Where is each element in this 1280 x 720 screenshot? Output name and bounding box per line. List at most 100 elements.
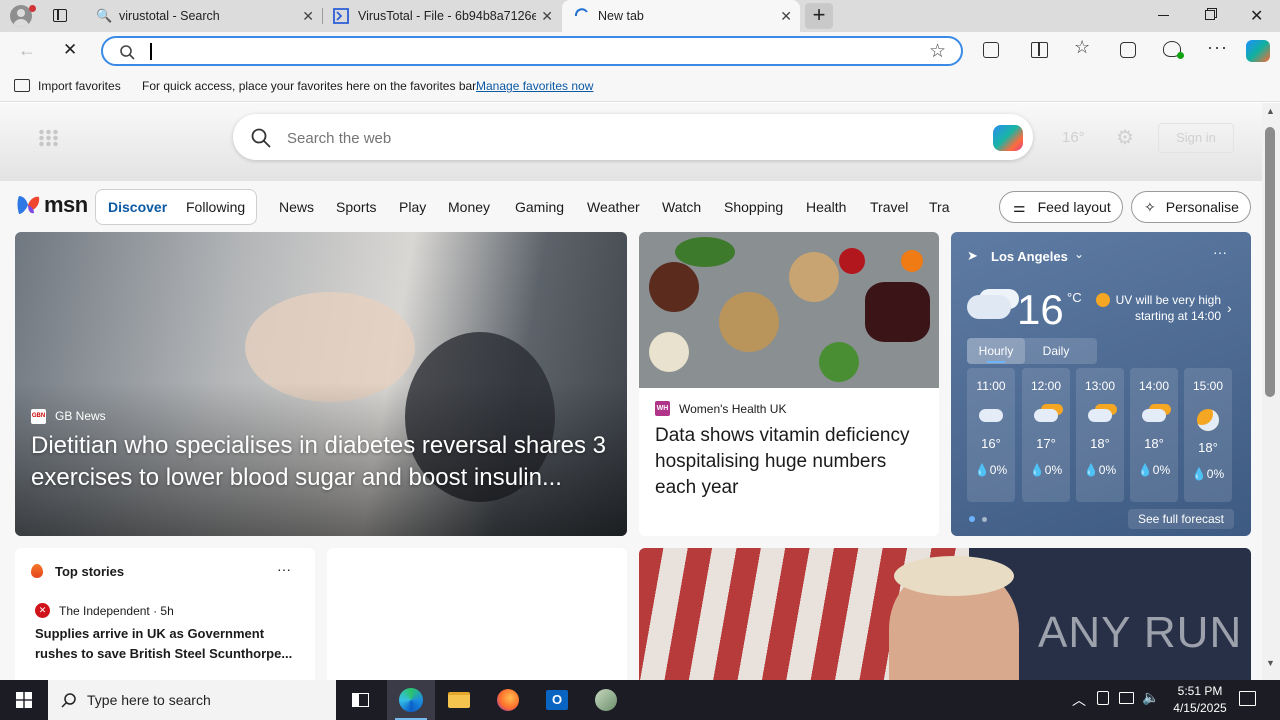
- file-explorer-icon[interactable]: [435, 680, 483, 720]
- copilot-search-icon[interactable]: [993, 125, 1023, 151]
- article-image-vegetables: [639, 232, 939, 388]
- security-tray-icon[interactable]: [1097, 691, 1109, 705]
- cloudy-icon: [967, 295, 1011, 319]
- search-icon: [251, 128, 271, 148]
- hourly-forecast-item[interactable]: 13:00 18° 💧0%: [1076, 368, 1124, 502]
- firefox-icon[interactable]: [484, 680, 532, 720]
- tab-virustotal-search[interactable]: 🔍 virustotal - Search ✕: [84, 0, 322, 32]
- start-button[interactable]: [0, 680, 48, 720]
- nav-shopping[interactable]: Shopping: [724, 199, 783, 215]
- favorite-star-icon[interactable]: ☆: [929, 40, 946, 63]
- network-icon[interactable]: [1119, 692, 1134, 704]
- hourly-forecast-item[interactable]: 12:00 17° 💧0%: [1022, 368, 1070, 502]
- weather-alert[interactable]: UV will be very high starting at 14:00: [1111, 292, 1221, 324]
- show-hidden-icons-chevron[interactable]: ︿: [1072, 690, 1086, 710]
- article-headline[interactable]: Data shows vitamin deficiency hospitalis…: [655, 423, 930, 501]
- scrollbar-thumb[interactable]: [1265, 127, 1275, 397]
- minimize-button[interactable]: [1158, 15, 1169, 16]
- app-taskbar-icon[interactable]: [582, 680, 630, 720]
- split-screen-icon[interactable]: [1031, 42, 1048, 58]
- vertical-scrollbar[interactable]: ▲ ▼: [1262, 103, 1280, 680]
- address-input[interactable]: [147, 42, 907, 60]
- tab-daily[interactable]: Daily: [1031, 338, 1081, 364]
- hourly-forecast-item[interactable]: 15:00 18° 💧0%: [1184, 368, 1232, 502]
- tab-actions-icon[interactable]: [53, 9, 67, 22]
- weather-location[interactable]: Los Angeles: [991, 249, 1068, 264]
- following-tab[interactable]: Following: [186, 199, 245, 215]
- nav-gaming[interactable]: Gaming: [515, 199, 564, 215]
- nav-traffic[interactable]: Tra: [929, 199, 951, 215]
- close-window-button[interactable]: ✕: [1250, 6, 1263, 26]
- text-cursor: [150, 43, 152, 60]
- taskbar-search-box[interactable]: Type here to search: [48, 680, 336, 720]
- uv-sun-icon: [1096, 293, 1110, 307]
- outlook-icon[interactable]: O: [533, 680, 581, 720]
- close-tab-icon[interactable]: ✕: [541, 8, 553, 25]
- tab-title: New tab: [598, 9, 644, 23]
- msn-logo[interactable]: msn: [16, 191, 88, 219]
- manage-favorites-link[interactable]: Manage favorites now: [476, 79, 593, 93]
- nav-sports[interactable]: Sports: [336, 199, 376, 215]
- carousel-dot[interactable]: [982, 517, 987, 522]
- nav-weather[interactable]: Weather: [587, 199, 640, 215]
- favorites-icon[interactable]: ☆: [1074, 37, 1090, 58]
- browser-essentials-icon[interactable]: [1163, 41, 1184, 59]
- hourly-forecast-item[interactable]: 11:00 16° 💧0%: [967, 368, 1015, 502]
- extensions-icon[interactable]: [983, 42, 999, 58]
- notifications-icon[interactable]: [1239, 691, 1256, 706]
- hour-time: 11:00: [976, 379, 1006, 393]
- new-tab-button[interactable]: +: [805, 3, 833, 29]
- tab-title: virustotal - Search: [119, 9, 220, 23]
- clock-date[interactable]: 4/15/2025: [1166, 701, 1234, 715]
- article-card-vitamin[interactable]: WH Women's Health UK Data shows vitamin …: [639, 232, 939, 536]
- hero-headline[interactable]: Dietitian who specialises in diabetes re…: [31, 430, 621, 494]
- copilot-icon[interactable]: [1246, 40, 1270, 62]
- msn-logo-text: msn: [44, 192, 88, 217]
- stop-loading-button[interactable]: ✕: [63, 40, 77, 60]
- hourly-forecast-item[interactable]: 14:00 18° 💧0%: [1130, 368, 1178, 502]
- settings-more-icon[interactable]: ···: [1207, 37, 1228, 58]
- restore-button[interactable]: [1205, 10, 1215, 20]
- hour-precip: 💧0%: [1137, 463, 1171, 477]
- top-stories-more-icon[interactable]: ···: [277, 561, 291, 577]
- feed-layout-button[interactable]: ⚌ Feed layout: [999, 191, 1123, 223]
- hour-precip: 💧0%: [1029, 463, 1063, 477]
- task-view-icon[interactable]: [336, 680, 384, 720]
- chevron-down-icon[interactable]: ⌄: [1074, 247, 1084, 261]
- web-search-box[interactable]: [233, 114, 1033, 160]
- nav-play[interactable]: Play: [399, 199, 426, 215]
- apps-launcher-icon[interactable]: [38, 129, 58, 147]
- nav-health[interactable]: Health: [806, 199, 846, 215]
- personalise-button[interactable]: ✧ Personalise: [1131, 191, 1251, 223]
- edge-taskbar-icon[interactable]: [387, 680, 435, 720]
- weather-more-icon[interactable]: ···: [1213, 244, 1227, 260]
- close-tab-icon[interactable]: ✕: [780, 8, 792, 25]
- nav-money[interactable]: Money: [448, 199, 490, 215]
- clock-time[interactable]: 5:51 PM: [1174, 684, 1226, 698]
- hour-precip: 💧0%: [1083, 463, 1117, 477]
- temp-unit[interactable]: °C: [1067, 290, 1082, 305]
- back-button[interactable]: ←: [18, 40, 36, 61]
- weather-temp-small[interactable]: 16°: [1062, 129, 1085, 146]
- chevron-right-icon[interactable]: ›: [1227, 300, 1232, 316]
- volume-icon[interactable]: 🔈: [1142, 689, 1159, 706]
- page-settings-gear-icon[interactable]: ⚙: [1116, 125, 1134, 150]
- close-tab-icon[interactable]: ✕: [302, 8, 314, 25]
- carousel-dot-active[interactable]: [969, 516, 975, 522]
- discover-tab[interactable]: Discover: [108, 199, 167, 215]
- tab-new-tab[interactable]: New tab ✕: [562, 0, 800, 32]
- collections-icon[interactable]: [1120, 42, 1136, 58]
- import-favorites-button[interactable]: Import favorites: [38, 79, 121, 93]
- address-bar[interactable]: ☆: [101, 36, 963, 66]
- nav-news[interactable]: News: [279, 199, 314, 215]
- see-full-forecast-link[interactable]: See full forecast: [1128, 509, 1234, 529]
- web-search-input[interactable]: [287, 127, 967, 149]
- story-headline[interactable]: Supplies arrive in UK as Government rush…: [35, 624, 305, 664]
- windows-taskbar: Type here to search O ︿ 🔈 5:51 PM 4/15/2…: [0, 680, 1280, 720]
- hero-article-card[interactable]: GBN GB News Dietitian who specialises in…: [15, 232, 627, 536]
- nav-travel[interactable]: Travel: [870, 199, 908, 215]
- tab-virustotal-file[interactable]: VirusTotal - File - 6b94b8a7126e5f ✕: [323, 0, 561, 32]
- nav-watch[interactable]: Watch: [662, 199, 701, 215]
- sign-in-button[interactable]: Sign in: [1158, 123, 1234, 153]
- top-stories-card: Top stories ··· ✕ The Independent · 5h S…: [15, 548, 315, 680]
